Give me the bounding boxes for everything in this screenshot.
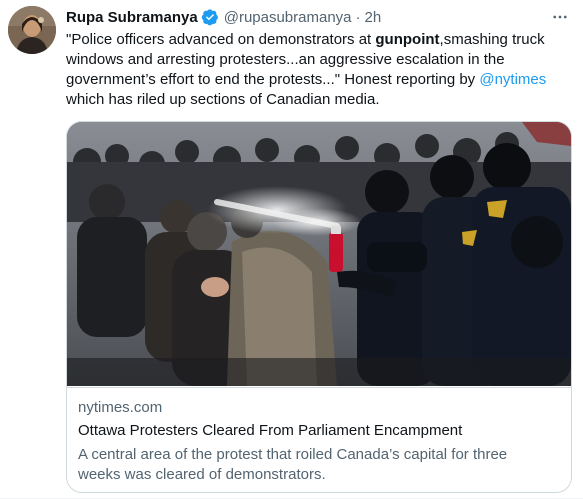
card-domain: nytimes.com [78, 399, 163, 416]
mention-link[interactable]: @nytimes [479, 71, 546, 88]
separator-dot: · [355, 8, 361, 26]
tweet-text: "Police officers advanced on demonstrato… [66, 30, 571, 110]
author-handle[interactable]: @rupasubramanya [224, 9, 352, 26]
tweet-header: Rupa Subramanya @rupasubramanya · 2h [66, 6, 381, 28]
card-description: A central area of the protest that roile… [78, 446, 508, 483]
more-horizontal-icon [553, 15, 567, 19]
card-image[interactable] [67, 122, 571, 386]
tweet-text-part3: which has riled up sections of Canadian … [66, 91, 380, 108]
tweet-text-part1: "Police officers advanced on demonstrato… [66, 31, 376, 48]
tweet[interactable]: Rupa Subramanya @rupasubramanya · 2h "Po… [0, 0, 583, 499]
card-title[interactable]: Ottawa Protesters Cleared From Parliamen… [78, 422, 462, 439]
tweet-timestamp[interactable]: 2h [365, 9, 382, 26]
author-name[interactable]: Rupa Subramanya [66, 9, 198, 26]
verified-badge-icon [201, 8, 219, 26]
more-options-button[interactable] [548, 6, 572, 28]
avatar[interactable] [8, 6, 56, 54]
avatar-image [8, 6, 56, 54]
card-body: nytimes.com Ottawa Protesters Cleared Fr… [67, 387, 571, 492]
tweet-text-bold: gunpoint [375, 31, 440, 48]
link-card[interactable]: nytimes.com Ottawa Protesters Cleared Fr… [66, 121, 572, 493]
